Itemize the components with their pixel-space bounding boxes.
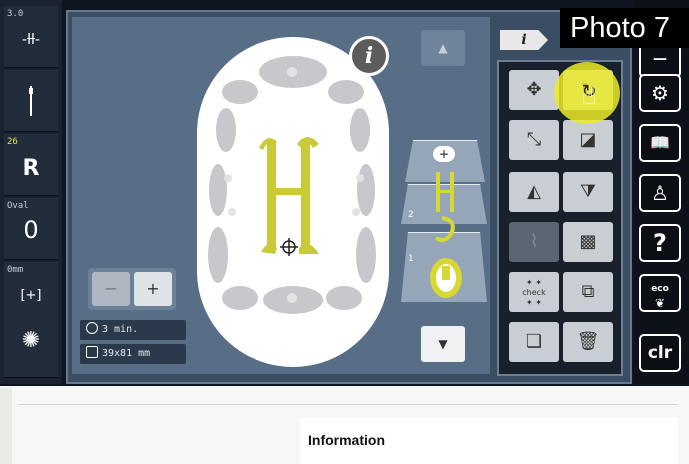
delete-button[interactable]: 🗑 xyxy=(563,322,613,362)
eco-label: eco xyxy=(651,284,669,294)
resize-icon xyxy=(86,346,98,358)
mannequin-icon: ♙ xyxy=(651,181,669,205)
zoom-out-button[interactable]: − xyxy=(92,272,130,306)
info-tab[interactable]: i xyxy=(500,30,548,50)
manual-page-edge xyxy=(0,388,12,464)
clear-button[interactable]: clr xyxy=(639,334,681,372)
settings-button[interactable]: ⚙ xyxy=(639,74,681,112)
trash-icon: 🗑 xyxy=(576,331,600,352)
shape-icon: ◪ xyxy=(579,129,597,150)
manual-divider xyxy=(18,404,678,405)
mannequin-button[interactable]: ♙ xyxy=(639,174,681,212)
chevron-up-icon: ▲ xyxy=(438,41,448,55)
stitch-time-readout: 3 min. xyxy=(80,320,186,340)
fill-pattern-button[interactable]: ▩ xyxy=(563,222,613,262)
fill-pattern-icon: ▩ xyxy=(579,231,597,252)
layer-thumbnails xyxy=(430,172,462,298)
design-size-value: 39x81 mm xyxy=(102,348,151,359)
book-icon: 📖 xyxy=(650,133,670,152)
home-icon: — xyxy=(653,51,667,67)
shape-button[interactable]: ◪ xyxy=(563,120,613,160)
layers-button[interactable]: ❏ xyxy=(509,322,559,362)
info-button[interactable]: i xyxy=(349,36,389,76)
settings-icon: ⚙ xyxy=(651,81,669,105)
scroll-down-button[interactable]: ▼ xyxy=(421,326,465,362)
layers-icon: ❏ xyxy=(525,331,543,352)
mirror-vertical-icon: ◭ xyxy=(527,181,541,202)
move-button[interactable]: ✥ xyxy=(509,70,559,110)
zoom-controls: − + xyxy=(88,268,176,310)
layer-2-number: 2 xyxy=(408,210,414,220)
chevron-down-icon: ▼ xyxy=(438,337,448,351)
lettering-button[interactable]: ⌇ xyxy=(509,222,559,262)
clear-label: clr xyxy=(647,343,673,363)
eco-button[interactable]: eco ❦ xyxy=(639,274,681,312)
photo-caption: Photo 7 xyxy=(560,8,689,48)
check-arrows-icon: ✦ ✦ xyxy=(526,278,542,287)
mirror-horizontal-button[interactable]: ⧩ xyxy=(563,172,613,212)
manual-heading: Information xyxy=(308,432,385,448)
check-arrows-icon-bottom: ✦ ✦ xyxy=(526,298,542,307)
clock-icon xyxy=(86,322,98,334)
check-label: check xyxy=(522,288,546,297)
duplicate-button[interactable]: ⧉ xyxy=(563,272,613,312)
design-center-crosshair xyxy=(280,238,298,256)
hand-pointer-icon: ☝ xyxy=(582,82,597,110)
resize-icon: ⤡ xyxy=(526,129,542,150)
zoom-in-icon: + xyxy=(146,279,160,298)
resize-button[interactable]: ⤡ xyxy=(509,120,559,160)
question-icon: ? xyxy=(653,229,667,257)
layer-1-number: 1 xyxy=(408,254,414,264)
help-button[interactable]: ? xyxy=(639,224,681,262)
add-layer-icon[interactable]: + xyxy=(433,146,455,162)
check-button[interactable]: ✦ ✦ check ✦ ✦ xyxy=(509,272,559,312)
lettering-icon: ⌇ xyxy=(529,231,539,252)
leaf-icon: ❦ xyxy=(654,296,666,310)
right-sidebar: — ⚙ 📖 ♙ ? eco ❦ clr xyxy=(635,0,689,384)
design-size-readout: 39x81 mm xyxy=(80,344,186,364)
mirror-vertical-button[interactable]: ◭ xyxy=(509,172,559,212)
zoom-out-icon: − xyxy=(104,279,118,298)
duplicate-icon: ⧉ xyxy=(581,281,595,302)
mirror-horizontal-icon: ⧩ xyxy=(579,181,597,202)
scroll-up-button[interactable]: ▲ xyxy=(421,30,465,66)
move-icon: ✥ xyxy=(526,79,542,100)
stitch-time-value: 3 min. xyxy=(102,324,139,335)
zoom-in-button[interactable]: + xyxy=(134,272,172,306)
guide-button[interactable]: 📖 xyxy=(639,124,681,162)
